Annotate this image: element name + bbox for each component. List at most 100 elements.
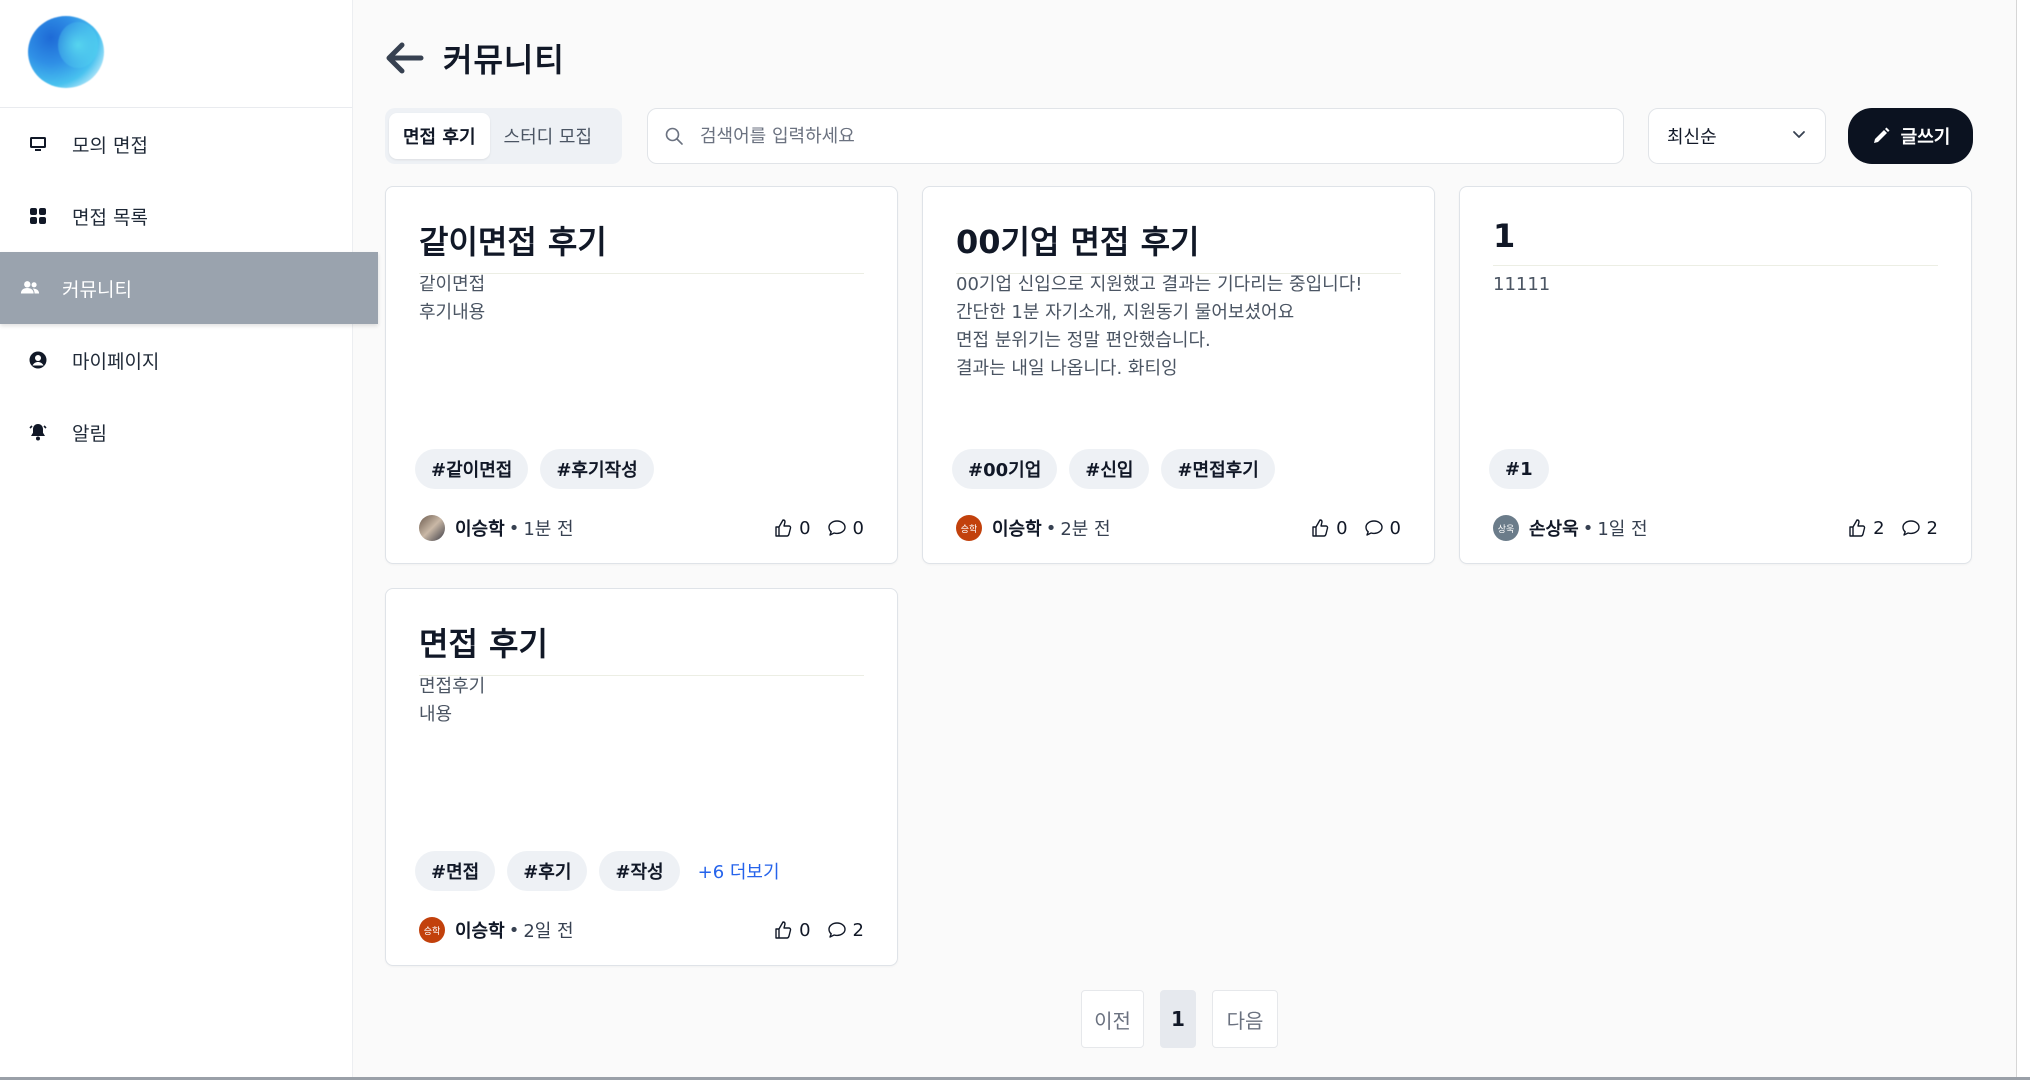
tag-chip[interactable]: #후기	[507, 851, 588, 891]
post-time: 2일 전	[523, 921, 574, 942]
separator-dot: •	[508, 517, 520, 539]
comment-icon	[827, 922, 846, 938]
post-tags: #같이면접 #후기작성	[415, 449, 666, 489]
post-stats: 0 0	[757, 518, 864, 539]
sidebar-item-interview-list[interactable]: 면접 목록	[0, 180, 352, 252]
tag-chip[interactable]: #면접	[415, 851, 496, 891]
like-stat[interactable]: 0	[773, 517, 811, 539]
separator-dot: •	[508, 919, 520, 941]
back-arrow-icon[interactable]	[385, 38, 425, 78]
tag-chip[interactable]: #00기업	[952, 449, 1058, 489]
post-title: 00기업 면접 후기	[956, 217, 1401, 274]
avatar: 승학	[956, 515, 982, 541]
post-meta: 이승학 • 1분 전 0 0	[419, 513, 864, 543]
write-button-label: 글쓰기	[1900, 127, 1951, 148]
tag-chip[interactable]: #작성	[599, 851, 680, 891]
sidebar-item-community[interactable]: 커뮤니티	[0, 252, 378, 324]
post-stats: 2 2	[1831, 518, 1938, 539]
tag-chip[interactable]: #후기작성	[540, 449, 654, 489]
like-stat[interactable]: 0	[1310, 517, 1348, 539]
post-card[interactable]: 같이면접 후기 같이면접 후기내용 #같이면접 #후기작성 이승학 • 1분 전…	[385, 186, 898, 564]
tag-chip[interactable]: #1	[1489, 449, 1549, 489]
write-post-button[interactable]: 글쓰기	[1848, 108, 1973, 164]
avatar: 승학	[419, 917, 445, 943]
comment-stat[interactable]: 2	[827, 920, 864, 941]
like-count: 0	[799, 517, 811, 539]
comment-count: 2	[1926, 517, 1938, 539]
sort-selected-value: 최신순	[1667, 127, 1717, 148]
pagination-prev-button[interactable]: 이전	[1081, 990, 1144, 1048]
logo-area	[0, 0, 352, 108]
pagination-next-button[interactable]: 다음	[1212, 990, 1278, 1048]
sort-select[interactable]: 최신순	[1648, 108, 1826, 164]
post-tags: #1	[1489, 449, 1561, 489]
search-input[interactable]	[698, 124, 1602, 148]
tab-interview-review[interactable]: 면접 후기	[389, 113, 490, 159]
thumbs-up-icon	[1849, 519, 1866, 537]
grid-icon	[28, 206, 48, 226]
sidebar-item-label: 마이페이지	[72, 350, 160, 373]
post-content: 00기업 신입으로 지원했고 결과는 기다리는 중입니다! 간단한 1분 자기소…	[956, 271, 1401, 383]
post-content: 면접후기 내용	[419, 673, 864, 729]
more-tags-link[interactable]: +6 더보기	[698, 858, 780, 884]
like-stat[interactable]: 0	[773, 920, 811, 941]
pagination-page-button[interactable]: 1	[1160, 990, 1196, 1048]
tag-chip[interactable]: #면접후기	[1161, 449, 1275, 489]
post-content-line: 내용	[419, 704, 453, 725]
comment-count: 0	[1389, 517, 1401, 539]
tab-study-recruit[interactable]: 스터디 모집	[490, 113, 607, 159]
comment-icon	[1364, 520, 1383, 536]
comment-count: 2	[852, 919, 864, 941]
post-tags: #면접 #후기 #작성 +6 더보기	[415, 851, 780, 891]
app-logo[interactable]	[28, 16, 104, 88]
tag-chip[interactable]: #같이면접	[415, 449, 529, 489]
author-name: 이승학	[992, 519, 1042, 540]
separator-dot: •	[1045, 517, 1057, 539]
post-time: 1분 전	[523, 519, 574, 540]
sidebar-item-label: 모의 면접	[72, 134, 148, 157]
post-content-line: 00기업 신입으로 지원했고 결과는 기다리는 중입니다!	[956, 274, 1363, 295]
post-content-line: 면접 분위기는 정말 편안했습니다.	[956, 330, 1211, 351]
thumbs-up-icon	[1312, 519, 1329, 537]
search-box	[647, 108, 1624, 164]
post-time: 2분 전	[1060, 519, 1111, 540]
sidebar-item-label: 커뮤니티	[62, 278, 132, 301]
category-tabs: 면접 후기 스터디 모집	[385, 108, 622, 164]
users-icon	[20, 278, 40, 298]
like-count: 0	[1336, 517, 1348, 539]
sidebar-item-label: 알림	[72, 422, 107, 445]
post-card[interactable]: 00기업 면접 후기 00기업 신입으로 지원했고 결과는 기다리는 중입니다!…	[922, 186, 1435, 564]
post-title: 같이면접 후기	[419, 217, 864, 274]
post-card[interactable]: 면접 후기 면접후기 내용 #면접 #후기 #작성 +6 더보기 승학 이승학 …	[385, 588, 898, 966]
author-name: 이승학	[455, 519, 505, 540]
comment-icon	[827, 520, 846, 536]
post-meta: 승학 이승학 • 2일 전 0 2	[419, 915, 864, 945]
like-stat[interactable]: 2	[1847, 518, 1885, 539]
pencil-icon	[1871, 126, 1891, 146]
sidebar-item-label: 면접 목록	[72, 206, 148, 229]
comment-stat[interactable]: 0	[1364, 518, 1401, 539]
comment-icon	[1901, 520, 1920, 536]
sidebar: 모의 면접 면접 목록 커뮤니티 마이페이지 알림	[0, 0, 378, 1077]
comment-stat[interactable]: 2	[1901, 518, 1938, 539]
post-content-line: 후기내용	[419, 302, 486, 323]
post-content-line: 결과는 내일 나옵니다. 화티잉	[956, 358, 1178, 379]
author-name: 이승학	[455, 921, 505, 942]
avatar	[419, 515, 445, 541]
page-title: 커뮤니티	[443, 41, 565, 79]
post-title: 1	[1493, 217, 1938, 266]
comment-stat[interactable]: 0	[827, 518, 864, 539]
comment-count: 0	[852, 517, 864, 539]
post-stats: 0 0	[1294, 518, 1401, 539]
chevron-down-icon	[1791, 126, 1807, 147]
sidebar-item-mock-interview[interactable]: 모의 면접	[0, 108, 352, 180]
sidebar-item-mypage[interactable]: 마이페이지	[0, 324, 352, 396]
post-tags: #00기업 #신입 #면접후기	[952, 449, 1287, 489]
sidebar-item-notifications[interactable]: 알림	[0, 396, 352, 468]
post-content-line: 간단한 1분 자기소개, 지원동기 물어보셨어요	[956, 302, 1295, 323]
user-circle-icon	[28, 350, 48, 370]
post-card[interactable]: 1 11111 #1 상욱 손상욱 • 1일 전 2 2	[1459, 186, 1972, 564]
post-content-line: 같이면접	[419, 274, 486, 295]
monitor-icon	[28, 134, 48, 154]
tag-chip[interactable]: #신입	[1069, 449, 1150, 489]
